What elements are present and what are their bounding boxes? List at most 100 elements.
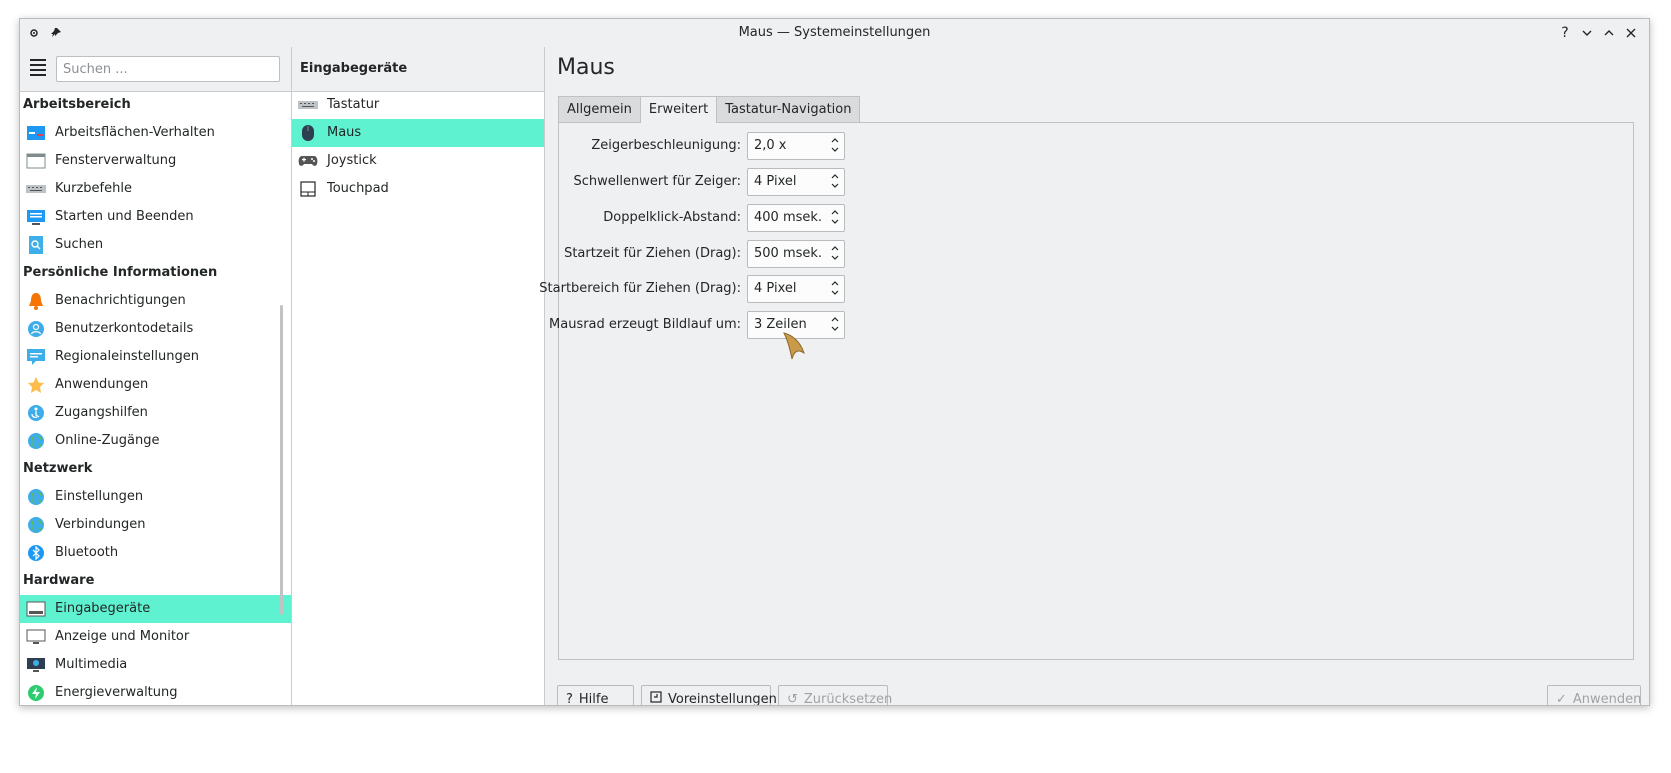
input-devices-icon	[26, 600, 46, 618]
help-icon[interactable]: ?	[1555, 23, 1575, 43]
sidebar-item-label: Anwendungen	[55, 377, 149, 392]
spinbox-value: 4 Pixel	[754, 281, 797, 296]
field-row-drag-start-distance: Startbereich für Ziehen (Drag): 4 Pixel	[539, 275, 859, 303]
subcategory-item-touchpad[interactable]: Touchpad	[292, 175, 544, 203]
sidebar: Arbeitsbereich Arbeitsflächen-Verhalten …	[20, 47, 292, 705]
sidebar-item-label: Verbindungen	[55, 517, 146, 532]
field-label: Doppelklick-Abstand:	[603, 210, 741, 225]
tab-general[interactable]: Allgemein	[558, 96, 641, 122]
globe-icon	[26, 432, 46, 450]
globe-icon	[26, 488, 46, 506]
sidebar-item-accessibility[interactable]: Zugangshilfen	[20, 399, 291, 427]
sidebar-item-input-devices[interactable]: Eingabegeräte	[20, 595, 291, 623]
defaults-button[interactable]: Voreinstellungen	[641, 685, 777, 705]
defaults-icon	[650, 691, 662, 705]
tab-keyboard-navigation[interactable]: Tastatur-Navigation	[716, 96, 861, 122]
reset-button[interactable]: ↺ Zurücksetzen	[778, 685, 892, 705]
settings-content: Maus Allgemein Erweitert Tastatur-Naviga…	[539, 47, 1649, 706]
subcategory-item-mouse[interactable]: Maus	[292, 119, 544, 147]
sidebar-item-display[interactable]: Anzeige und Monitor	[20, 623, 291, 651]
sidebar-item-network-settings[interactable]: Einstellungen	[20, 483, 291, 511]
sidebar-item-label: Anzeige und Monitor	[55, 629, 190, 644]
workspace-behavior-icon	[26, 124, 46, 142]
hamburger-menu-icon[interactable]	[30, 59, 46, 76]
monitor-icon	[26, 628, 46, 646]
spinbox-value: 2,0 x	[754, 138, 787, 153]
field-row-pointer-acceleration: Zeigerbeschleunigung: 2,0 x	[559, 132, 859, 160]
sidebar-item-applications[interactable]: Anwendungen	[20, 371, 291, 399]
spinbox-arrows-icon[interactable]	[830, 314, 840, 336]
help-button-label: Hilfe	[578, 691, 609, 706]
search-input[interactable]	[56, 56, 280, 82]
sidebar-item-label: Kurzbefehle	[55, 181, 132, 196]
sidebar-item-window-management[interactable]: Fensterverwaltung	[20, 147, 291, 175]
close-icon[interactable]	[1621, 23, 1641, 43]
sidebar-item-user-account[interactable]: Benutzerkontodetails	[20, 315, 291, 343]
sidebar-item-label: Benachrichtigungen	[55, 293, 186, 308]
sidebar-item-label: Einstellungen	[55, 489, 144, 504]
minimize-icon[interactable]	[1577, 23, 1597, 43]
spinbox-arrows-icon[interactable]	[830, 207, 840, 229]
reset-button-label: Zurücksetzen	[803, 691, 893, 706]
spinbox-value: 3 Zeilen	[754, 317, 807, 332]
sidebar-item-connections[interactable]: Verbindungen	[20, 511, 291, 539]
pointer-acceleration-spinbox[interactable]: 2,0 x	[747, 132, 845, 160]
sidebar-item-label: Suchen	[55, 237, 104, 252]
sidebar-item-label: Eingabegeräte	[55, 601, 151, 616]
sidebar-item-shortcuts[interactable]: Kurzbefehle	[20, 175, 291, 203]
sidebar-item-workspace-behavior[interactable]: Arbeitsflächen-Verhalten	[20, 119, 291, 147]
sidebar-item-startup[interactable]: Starten und Beenden	[20, 203, 291, 231]
window-management-icon	[26, 152, 46, 170]
sidebar-header	[20, 47, 291, 92]
spinbox-arrows-icon[interactable]	[830, 135, 840, 157]
field-row-pointer-threshold: Schwellenwert für Zeiger: 4 Pixel	[559, 168, 859, 196]
drag-start-distance-spinbox[interactable]: 4 Pixel	[747, 275, 845, 303]
multimedia-icon	[26, 656, 46, 674]
sidebar-item-label: Zugangshilfen	[55, 405, 148, 420]
startup-shutdown-icon	[26, 208, 46, 226]
sidebar-list: Arbeitsbereich Arbeitsflächen-Verhalten …	[20, 91, 291, 705]
field-label: Schwellenwert für Zeiger:	[573, 174, 742, 189]
sidebar-item-label: Arbeitsflächen-Verhalten	[55, 125, 215, 140]
sidebar-item-bluetooth[interactable]: Bluetooth	[20, 539, 291, 567]
keyboard-shortcuts-icon	[26, 180, 46, 198]
sidebar-item-online-accounts[interactable]: Online-Zugänge	[20, 427, 291, 455]
field-row-drag-start-time: Startzeit für Ziehen (Drag): 500 msek.	[559, 240, 859, 268]
sidebar-scrollbar[interactable]	[280, 305, 283, 615]
help-button[interactable]: ? Hilfe	[557, 685, 634, 706]
maximize-icon[interactable]	[1599, 23, 1619, 43]
spinbox-arrows-icon[interactable]	[830, 243, 840, 265]
sidebar-item-label: Starten und Beenden	[55, 209, 194, 224]
spinbox-value: 4 Pixel	[754, 174, 797, 189]
category-heading: Netzwerk	[23, 461, 93, 476]
sidebar-item-notifications[interactable]: Benachrichtigungen	[20, 287, 291, 315]
subcategory-item-label: Joystick	[327, 153, 377, 168]
field-label: Mausrad erzeugt Bildlauf um:	[549, 317, 741, 332]
sidebar-item-power[interactable]: Energieverwaltung	[20, 679, 291, 705]
subcategory-item-label: Tastatur	[327, 97, 380, 112]
touchpad-icon	[298, 180, 318, 198]
spinbox-arrows-icon[interactable]	[830, 171, 840, 193]
subcategory-list: Tastatur Maus Joystick Touchpad	[292, 91, 544, 203]
sidebar-item-label: Benutzerkontodetails	[55, 321, 194, 336]
double-click-interval-spinbox[interactable]: 400 msek.	[747, 204, 845, 232]
pointer-threshold-spinbox[interactable]: 4 Pixel	[747, 168, 845, 196]
sidebar-item-region[interactable]: Regionaleinstellungen	[20, 343, 291, 371]
star-icon	[26, 376, 46, 394]
drag-start-time-spinbox[interactable]: 500 msek.	[747, 240, 845, 268]
tab-advanced[interactable]: Erweitert	[639, 96, 718, 123]
apply-button[interactable]: ✓ Anwenden	[1547, 685, 1642, 706]
help-icon: ?	[566, 691, 573, 706]
category-heading: Persönliche Informationen	[23, 265, 218, 280]
spinbox-arrows-icon[interactable]	[830, 278, 840, 300]
subcategory-item-keyboard[interactable]: Tastatur	[292, 91, 544, 119]
apply-button-label: Anwenden	[1572, 691, 1642, 706]
sidebar-item-label: Regionaleinstellungen	[55, 349, 199, 364]
subcategory-item-joystick[interactable]: Joystick	[292, 147, 544, 175]
category-heading: Hardware	[23, 573, 95, 588]
tab-bar: Allgemein Erweitert Tastatur-Navigation	[558, 96, 861, 123]
sidebar-item-search[interactable]: Suchen	[20, 231, 291, 259]
sidebar-item-multimedia[interactable]: Multimedia	[20, 651, 291, 679]
subcategory-header: Eingabegeräte	[292, 47, 544, 92]
window-title: Maus — Systemeinstellungen	[738, 25, 931, 40]
